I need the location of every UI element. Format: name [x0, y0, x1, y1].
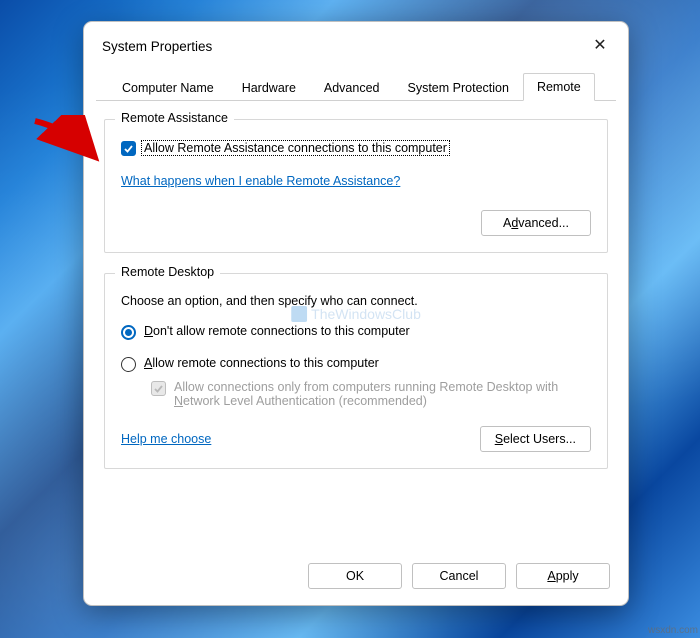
rd-allow-radio[interactable] — [121, 357, 136, 372]
rd-nla-checkbox — [151, 381, 166, 396]
rd-allow-label: Allow remote connections to this compute… — [144, 356, 379, 370]
remote-assistance-group: Remote Assistance Allow Remote Assistanc… — [104, 119, 608, 253]
rd-dont-allow-label: Don't allow remote connections to this c… — [144, 324, 410, 338]
remote-assistance-legend: Remote Assistance — [115, 111, 234, 125]
system-properties-dialog: System Properties ✕ Computer Name Hardwa… — [83, 21, 629, 606]
titlebar: System Properties ✕ — [84, 22, 628, 66]
allow-ra-label: Allow Remote Assistance connections to t… — [141, 140, 450, 156]
allow-ra-row: Allow Remote Assistance connections to t… — [121, 140, 591, 156]
tab-remote[interactable]: Remote — [523, 73, 595, 101]
tab-hardware[interactable]: Hardware — [228, 74, 310, 101]
ra-info-link[interactable]: What happens when I enable Remote Assist… — [121, 174, 400, 188]
help-me-choose-link[interactable]: Help me choose — [121, 432, 211, 446]
apply-button[interactable]: Apply — [516, 563, 610, 589]
close-button[interactable]: ✕ — [590, 36, 610, 56]
source-tag: wsxdn.com — [648, 625, 698, 636]
cancel-button[interactable]: Cancel — [412, 563, 506, 589]
remote-desktop-group: Remote Desktop Choose an option, and the… — [104, 273, 608, 469]
rd-nla-row: Allow connections only from computers ru… — [151, 380, 591, 408]
rd-allow-row: Allow remote connections to this compute… — [121, 356, 591, 372]
annotation-arrow — [33, 115, 103, 165]
advanced-button[interactable]: Advanced... — [481, 210, 591, 236]
select-users-button[interactable]: Select Users... — [480, 426, 591, 452]
rd-dont-allow-radio[interactable] — [121, 325, 136, 340]
tab-advanced[interactable]: Advanced — [310, 74, 394, 101]
remote-desktop-legend: Remote Desktop — [115, 265, 220, 279]
tab-system-protection[interactable]: System Protection — [394, 74, 523, 101]
dialog-footer: OK Cancel Apply — [84, 553, 628, 605]
rd-instruction: Choose an option, and then specify who c… — [121, 294, 591, 308]
tab-computer-name[interactable]: Computer Name — [108, 74, 228, 101]
tab-content: TheWindowsClub Remote Assistance Allow R… — [84, 101, 628, 553]
allow-ra-checkbox[interactable] — [121, 141, 136, 156]
dialog-title: System Properties — [102, 39, 212, 54]
rd-nla-label: Allow connections only from computers ru… — [174, 380, 591, 408]
rd-dont-allow-row: Don't allow remote connections to this c… — [121, 324, 591, 340]
tab-bar: Computer Name Hardware Advanced System P… — [96, 72, 616, 101]
ok-button[interactable]: OK — [308, 563, 402, 589]
